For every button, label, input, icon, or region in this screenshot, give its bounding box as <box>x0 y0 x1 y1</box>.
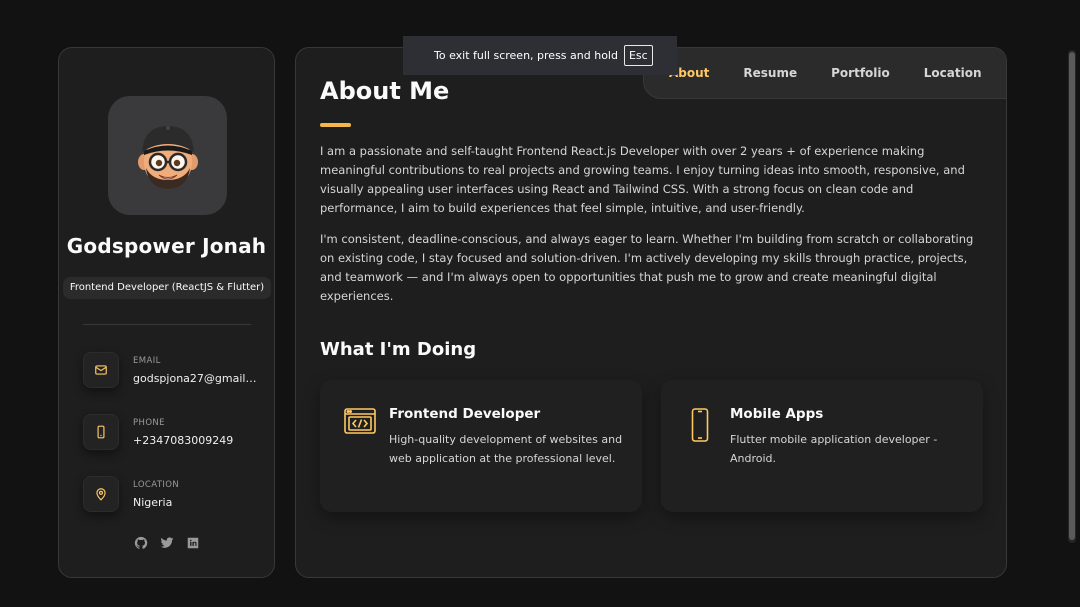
contact-label-phone: PHONE <box>133 418 165 428</box>
service-card-frontend: Frontend Developer High-quality developm… <box>320 380 642 512</box>
memoji-avatar-icon <box>137 125 198 189</box>
fullscreen-exit-toast: To exit full screen, press and hold Esc <box>403 36 677 75</box>
about-paragraph-2: I'm consistent, deadline-conscious, and … <box>320 232 974 303</box>
nav-portfolio[interactable]: Portfolio <box>831 66 890 80</box>
user-title-badge: Frontend Developer (ReactJS & Flutter) <box>63 277 271 299</box>
phone-icon <box>83 414 119 450</box>
esc-key-badge: Esc <box>623 45 653 66</box>
user-name: Godspower Jonah <box>66 234 267 258</box>
contact-location: LOCATION Nigeria <box>83 474 263 514</box>
contact-email: EMAIL godspjona27@gmail.com <box>83 350 263 390</box>
twitter-icon[interactable] <box>160 536 174 550</box>
toast-message: To exit full screen, press and hold <box>434 49 618 62</box>
social-links <box>59 536 274 550</box>
service-description: Flutter mobile application developer - A… <box>730 433 938 465</box>
top-navbar: About Resume Portfolio Location <box>643 48 1006 99</box>
avatar <box>108 96 227 215</box>
service-description: High-quality development of websites and… <box>389 433 623 465</box>
code-window-icon <box>344 408 376 438</box>
section-title-doing: What I'm Doing <box>320 339 477 360</box>
sidebar-divider <box>83 324 251 325</box>
about-paragraph-1: I am a passionate and self-taught Fronte… <box>320 144 965 215</box>
linkedin-icon[interactable] <box>186 536 200 550</box>
github-icon[interactable] <box>134 536 148 550</box>
location-value: Nigeria <box>133 496 173 509</box>
service-title: Frontend Developer <box>389 406 541 422</box>
scrollbar-thumb[interactable] <box>1069 52 1075 540</box>
nav-resume[interactable]: Resume <box>743 66 797 80</box>
main-content: About Resume Portfolio Location About Me… <box>295 47 1007 578</box>
page-title: About Me <box>320 77 450 105</box>
nav-location[interactable]: Location <box>924 66 982 80</box>
smartphone-icon <box>691 408 709 446</box>
location-pin-icon <box>83 476 119 512</box>
email-link[interactable]: godspjona27@gmail.com <box>133 372 258 385</box>
title-underline <box>320 123 351 127</box>
profile-sidebar: Godspower Jonah Frontend Developer (Reac… <box>58 47 275 578</box>
service-card-mobile: Mobile Apps Flutter mobile application d… <box>661 380 983 512</box>
phone-link[interactable]: +2347083009249 <box>133 434 258 447</box>
contact-label-email: EMAIL <box>133 356 161 366</box>
mail-icon <box>83 352 119 388</box>
contact-phone: PHONE +2347083009249 <box>83 412 263 452</box>
service-title: Mobile Apps <box>730 406 824 422</box>
contact-label-location: LOCATION <box>133 480 180 490</box>
